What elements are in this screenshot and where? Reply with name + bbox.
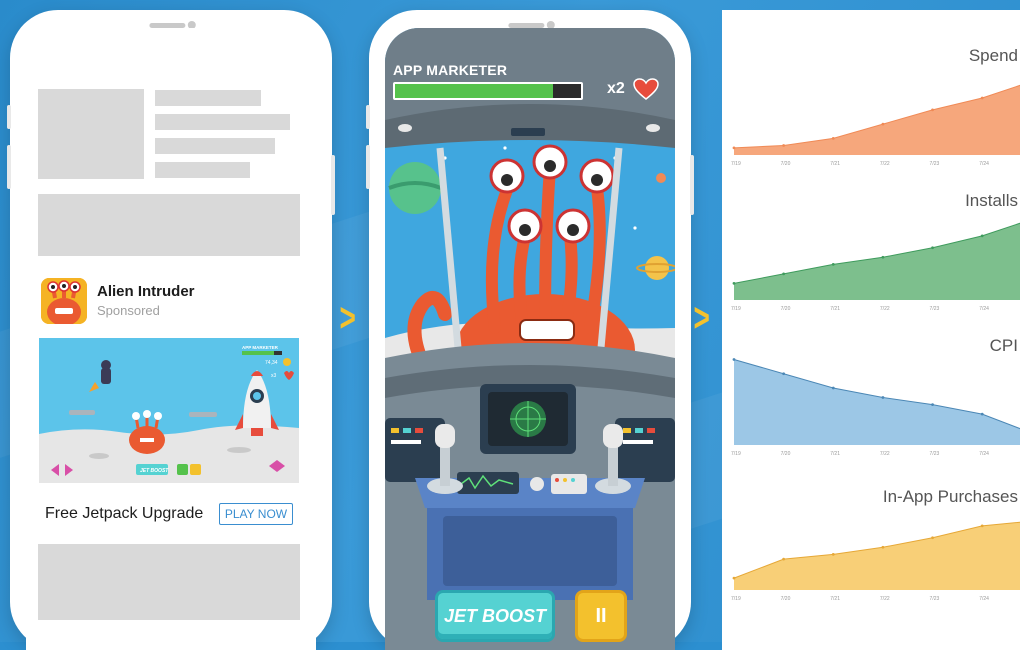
placeholder-line (155, 114, 290, 130)
alien-app-icon[interactable] (41, 278, 87, 324)
chevron-right-icon: > (339, 296, 356, 340)
placeholder-line (155, 162, 250, 178)
chart-panel-spend: Spend7/197/207/217/227/237/247/25 (722, 10, 1020, 167)
area-fill (734, 223, 1020, 300)
phone-game-mockup: APP MARKETER x2 JET BOOST II (366, 10, 694, 650)
area-fill (734, 85, 1020, 155)
mini-lives: x3 (271, 373, 277, 379)
data-point (980, 524, 984, 528)
data-point (831, 552, 835, 556)
data-point (980, 234, 984, 238)
mini-hud-title: APP MARKETER (242, 345, 279, 350)
data-point (782, 372, 786, 376)
x-tick-label: 7/20 (781, 596, 791, 602)
x-tick-label: 7/19 (731, 596, 741, 602)
data-point (881, 545, 885, 549)
data-point (732, 146, 736, 150)
play-now-button[interactable]: PLAY NOW (219, 503, 293, 525)
ad-app-name: Alien Intruder (97, 283, 195, 300)
ad-sponsored-label: Sponsored (97, 303, 160, 318)
game-scene (385, 28, 675, 650)
chart-panel-cpi: CPI7/197/207/217/227/237/247/25 (722, 300, 1020, 457)
pause-button[interactable]: II (575, 590, 627, 642)
placeholder-line (155, 90, 261, 106)
data-point (980, 96, 984, 100)
placeholder-block (38, 544, 300, 620)
x-tick-label: 7/22 (880, 596, 890, 602)
data-point (732, 281, 736, 285)
x-tick-label: 7/24 (979, 596, 989, 602)
data-point (782, 272, 786, 276)
hud-title: APP MARKETER (393, 62, 508, 78)
mini-score: 74,34 (265, 360, 278, 366)
mini-jet-boost: JET BOOST (140, 468, 169, 474)
lives-count: x2 (607, 80, 625, 98)
data-point (931, 403, 934, 407)
data-point (931, 108, 934, 112)
data-point (881, 122, 885, 126)
data-point (881, 255, 885, 259)
data-point (732, 576, 736, 580)
phone-screen: Alien Intruder Sponsored APP MARKETER 74… (26, 28, 316, 650)
ad-creative-image[interactable]: APP MARKETER 74,34 x3 JET BOOST (39, 338, 299, 483)
metrics-dashboard: Spend7/197/207/217/227/237/247/25Install… (722, 10, 1020, 650)
placeholder-image (38, 89, 144, 179)
x-tick-label: 7/21 (830, 596, 840, 602)
chart-panel-in-app-purchases: In-App Purchases 7/19 7/20 7/21 7/22 7/23 7/24… (722, 445, 1020, 602)
jet-boost-button[interactable]: JET BOOST (435, 590, 555, 642)
placeholder-block (38, 194, 300, 256)
data-point (831, 386, 835, 390)
data-point (831, 136, 835, 140)
lives-counter: x2 (607, 78, 660, 100)
data-point (931, 246, 934, 250)
data-point (782, 144, 786, 147)
data-point (782, 557, 786, 561)
data-point (980, 412, 984, 416)
data-point (931, 536, 934, 540)
chart-panel-installs: Installs7/197/207/217/227/237/247/25 (722, 155, 1020, 312)
ad-cta-text: Free Jetpack Upgrade (45, 505, 204, 522)
heart-icon (633, 78, 660, 100)
chart-svg: 7/197/207/217/227/237/247/25 (731, 521, 1020, 602)
phone-ad-mockup: Alien Intruder Sponsored APP MARKETER 74… (7, 10, 335, 650)
data-point (831, 262, 835, 266)
progress-bar (393, 82, 583, 100)
data-point (881, 396, 885, 399)
area-fill (734, 522, 1020, 590)
x-tick-label: 7/23 (930, 596, 940, 602)
chevron-right-icon: > (693, 296, 710, 340)
game-screen: APP MARKETER x2 JET BOOST II (385, 28, 675, 650)
progress-fill (395, 84, 554, 98)
placeholder-line (155, 138, 275, 154)
data-point (732, 358, 736, 361)
